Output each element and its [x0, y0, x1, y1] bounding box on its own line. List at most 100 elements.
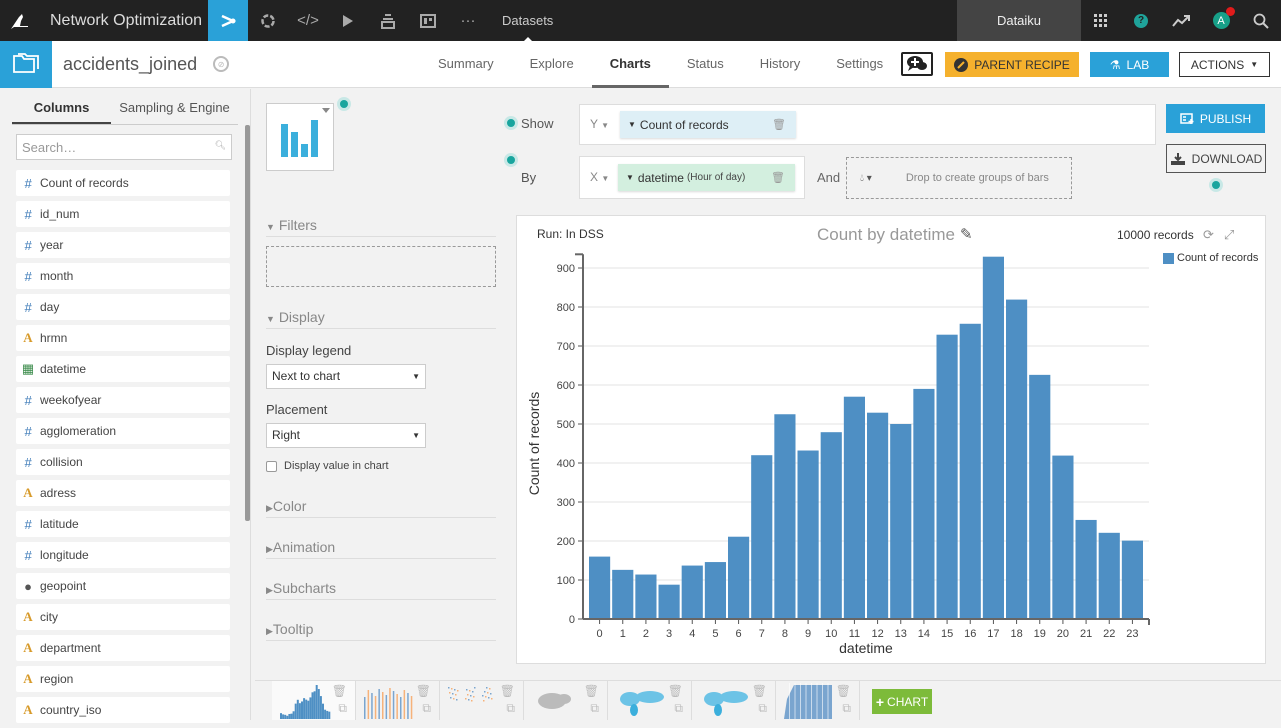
chart-type-selector[interactable] [266, 103, 334, 171]
datasets-breadcrumb[interactable]: Datasets [502, 0, 553, 41]
column-item[interactable]: Aadress [16, 480, 230, 506]
column-item[interactable]: Acity [16, 604, 230, 630]
column-item[interactable]: # agglomeration [16, 418, 230, 444]
display-section-header[interactable]: ▼ Display [266, 309, 496, 329]
bar[interactable] [1006, 299, 1028, 619]
tooltip-section-header[interactable]: ▶Tooltip [266, 621, 496, 641]
bar[interactable] [681, 565, 703, 619]
sidebar-scrollbar[interactable] [245, 125, 250, 521]
column-item[interactable]: # latitude [16, 511, 230, 537]
library-icon[interactable] [368, 0, 408, 41]
column-search-input[interactable]: Search… 🔍︎ [16, 134, 232, 160]
bar[interactable] [959, 323, 981, 619]
discussions-button[interactable] [901, 52, 933, 76]
publish-button[interactable]: PUBLISH [1166, 104, 1265, 133]
column-item[interactable]: # longitude [16, 542, 230, 568]
duplicate-icon[interactable]: ⧉ [338, 701, 347, 716]
bar[interactable] [1052, 455, 1074, 619]
tab-sampling-engine[interactable]: Sampling & Engine [111, 89, 238, 124]
duplicate-icon[interactable]: ⧉ [422, 701, 431, 716]
animation-section-header[interactable]: ▶Animation [266, 539, 496, 559]
column-item[interactable]: # id_num [16, 201, 230, 227]
bar[interactable] [797, 450, 819, 619]
column-item[interactable]: # day [16, 294, 230, 320]
column-item[interactable]: ● geopoint [16, 573, 230, 599]
bar[interactable] [1098, 532, 1120, 619]
bar[interactable] [751, 455, 773, 619]
column-item[interactable]: # weekofyear [16, 387, 230, 413]
actions-dropdown[interactable]: ACTIONS ▼ [1179, 52, 1270, 77]
trash-icon[interactable]: 🗑︎ [771, 171, 785, 184]
duplicate-icon[interactable]: ⧉ [674, 701, 683, 716]
bar[interactable] [843, 396, 865, 619]
duplicate-icon[interactable]: ⧉ [506, 701, 515, 716]
chart-thumbnail-bar-chart[interactable]: 🗑︎ ⧉ [272, 681, 356, 720]
chart-thumbnail-filled-map[interactable]: 🗑︎ ⧉ [608, 681, 692, 720]
trash-icon[interactable]: 🗑︎ [752, 684, 767, 698]
column-item[interactable]: # Count of records [16, 170, 230, 196]
filters-section-header[interactable]: ▼ Filters [266, 217, 496, 237]
tab-explore[interactable]: Explore [512, 41, 592, 88]
chart-thumbnail-grouped-bar-chart[interactable]: 🗑︎ ⧉ [356, 681, 440, 720]
checkbox-box[interactable] [266, 460, 277, 472]
project-name[interactable]: Network Optimization [40, 12, 208, 30]
placement-select[interactable]: Right ▼ [266, 423, 426, 448]
tutorial-hotspot[interactable] [504, 153, 518, 167]
tab-charts[interactable]: Charts [591, 41, 669, 88]
help-button[interactable]: ? [1121, 0, 1161, 41]
activity-trend-icon[interactable] [1161, 0, 1201, 41]
color-section-header[interactable]: ▶Color [266, 498, 496, 518]
bar[interactable] [774, 414, 796, 619]
filters-dropzone[interactable] [266, 246, 496, 287]
chart-thumbnail-stacked-area[interactable]: 🗑︎ ⧉ [776, 681, 860, 720]
tab-history[interactable]: History [742, 41, 818, 88]
display-value-checkbox[interactable]: Display value in chart [266, 460, 389, 472]
lab-button[interactable]: ⚗ LAB [1090, 52, 1169, 77]
more-icon[interactable]: ··· [448, 0, 488, 41]
tab-settings[interactable]: Settings [818, 41, 901, 88]
bar[interactable] [913, 388, 935, 619]
color-drop-icon[interactable]: 💧︎ ▾ [860, 173, 872, 184]
trash-icon[interactable]: 🗑︎ [836, 684, 851, 698]
column-item[interactable]: Acountry_iso [16, 697, 230, 723]
tab-status[interactable]: Status [669, 41, 742, 88]
dataiku-bird-logo-icon[interactable] [0, 0, 40, 41]
bar[interactable] [1121, 540, 1143, 619]
instance-label[interactable]: Dataiku Academy [957, 0, 1081, 69]
column-item[interactable]: Adepartment [16, 635, 230, 661]
x-axis-selector[interactable]: X ▼ [590, 170, 609, 184]
chart-thumbnail-filled-map[interactable]: 🗑︎ ⧉ [692, 681, 776, 720]
user-menu[interactable]: A [1201, 0, 1241, 41]
bar[interactable] [820, 432, 842, 619]
jobs-icon[interactable] [248, 0, 288, 41]
caret-down-icon[interactable]: ▼ [628, 120, 636, 129]
trash-icon[interactable]: 🗑︎ [416, 684, 431, 698]
duplicate-icon[interactable]: ⧉ [842, 701, 851, 716]
download-button[interactable]: DOWNLOAD [1166, 144, 1266, 173]
bar[interactable] [982, 256, 1004, 619]
column-item[interactable]: # collision [16, 449, 230, 475]
trash-icon[interactable]: 🗑︎ [584, 684, 599, 698]
duplicate-icon[interactable]: ⧉ [590, 701, 599, 716]
apps-grid-icon[interactable] [1081, 0, 1121, 41]
duplicate-icon[interactable]: ⧉ [758, 701, 767, 716]
bar[interactable] [612, 569, 634, 619]
bar[interactable] [936, 334, 958, 619]
column-item[interactable]: # year [16, 232, 230, 258]
add-chart-button[interactable]: + CHART [872, 689, 932, 714]
bar[interactable] [890, 424, 912, 619]
column-item[interactable]: Ahrmn [16, 325, 230, 351]
trash-icon[interactable]: 🗑︎ [772, 118, 786, 131]
tab-columns[interactable]: Columns [12, 89, 111, 124]
subcharts-section-header[interactable]: ▶Subcharts [266, 580, 496, 600]
y-axis-selector[interactable]: Y ▼ [590, 117, 609, 131]
column-item[interactable]: Aregion [16, 666, 230, 692]
bar[interactable] [658, 584, 680, 619]
dataset-status-icon[interactable]: ⊘ [213, 56, 230, 72]
y-measure-pill[interactable]: ▼ Count of records 🗑︎ [620, 111, 796, 138]
trash-icon[interactable]: 🗑︎ [332, 684, 347, 698]
x-dimension-pill[interactable]: ▼ datetime (Hour of day) 🗑︎ [618, 164, 795, 191]
tutorial-hotspot[interactable] [504, 116, 518, 130]
tab-summary[interactable]: Summary [420, 41, 512, 88]
display-legend-select[interactable]: Next to chart ▼ [266, 364, 426, 389]
